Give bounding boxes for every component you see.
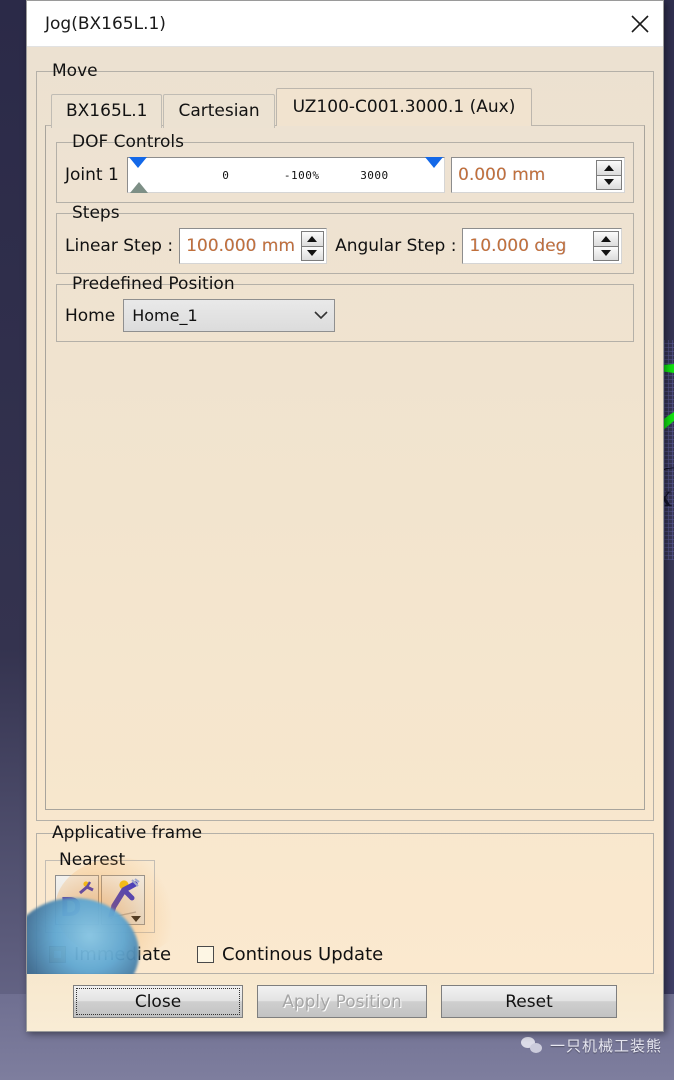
applicative-frame-legend: Applicative frame bbox=[47, 824, 208, 843]
slider-tick-min: 0 bbox=[222, 168, 230, 182]
move-group-legend: Move bbox=[47, 62, 103, 81]
jog-dialog: Jog(BX165L.1) Move BX165L.1 Cartesian UZ… bbox=[26, 0, 664, 1032]
slider-lower-limit-thumb[interactable] bbox=[128, 157, 147, 168]
nearest-legend: Nearest bbox=[54, 851, 131, 870]
apply-position-button[interactable]: Apply Position bbox=[257, 985, 427, 1018]
watermark: 一只机械工装熊 bbox=[520, 1035, 662, 1056]
home-selected-value: Home_1 bbox=[132, 306, 198, 325]
tab-uz100-aux[interactable]: UZ100-C001.3000.1 (Aux) bbox=[275, 88, 533, 126]
steps-legend: Steps bbox=[67, 204, 125, 223]
linear-step-down-button[interactable] bbox=[300, 246, 325, 261]
dialog-body: Move BX165L.1 Cartesian UZ100-C001.3000.… bbox=[27, 47, 663, 974]
joint-row: Joint 1 0 -100% 3000 0.000 mm bbox=[65, 157, 625, 193]
title-bar: Jog(BX165L.1) bbox=[27, 1, 663, 47]
angular-step-value: 10.000 deg bbox=[469, 236, 567, 256]
window-title: Jog(BX165L.1) bbox=[45, 13, 166, 34]
joint-value-spinner[interactable]: 0.000 mm bbox=[451, 157, 625, 193]
continuous-update-checkbox[interactable]: Continous Update bbox=[197, 944, 383, 965]
slider-value-thumb[interactable] bbox=[129, 182, 148, 193]
linear-step-up-button[interactable] bbox=[300, 231, 325, 247]
joint-slider[interactable]: 0 -100% 3000 bbox=[126, 157, 445, 193]
linear-step-spinner[interactable]: 100.000 mm bbox=[179, 228, 328, 264]
move-group: Move BX165L.1 Cartesian UZ100-C001.3000.… bbox=[36, 62, 654, 821]
home-row: Home Home_1 bbox=[65, 299, 625, 332]
continuous-update-label: Continous Update bbox=[222, 944, 384, 965]
desktop-left-strip bbox=[0, 0, 26, 1080]
apply-position-label: Apply Position bbox=[282, 991, 402, 1012]
close-button-label: Close bbox=[134, 991, 182, 1012]
steps-row: Linear Step : 100.000 mm Angular Step : … bbox=[65, 228, 625, 264]
joint-value-text: 0.000 mm bbox=[458, 165, 546, 185]
angular-step-down-button[interactable] bbox=[593, 246, 620, 261]
home-label: Home bbox=[65, 305, 116, 326]
tab-label: BX165L.1 bbox=[66, 101, 148, 121]
reset-button[interactable]: Reset bbox=[441, 985, 617, 1018]
close-button[interactable]: Close bbox=[73, 985, 243, 1018]
dof-controls-group: DOF Controls Joint 1 0 -100% 3000 0.000 … bbox=[56, 133, 634, 203]
joint-label: Joint 1 bbox=[65, 165, 119, 185]
steps-group: Steps Linear Step : 100.000 mm Angular S… bbox=[56, 204, 634, 274]
tab-panel-filler bbox=[56, 342, 634, 799]
angular-step-label: Angular Step : bbox=[335, 236, 457, 256]
angular-step-spinner[interactable]: 10.000 deg bbox=[462, 228, 623, 264]
wechat-icon bbox=[520, 1037, 543, 1054]
slider-upper-limit-thumb[interactable] bbox=[425, 157, 443, 168]
tab-label: UZ100-C001.3000.1 (Aux) bbox=[292, 97, 516, 117]
linear-step-spin-arrows bbox=[300, 231, 325, 261]
linear-step-label: Linear Step : bbox=[65, 236, 174, 256]
watermark-text: 一只机械工装熊 bbox=[549, 1037, 662, 1055]
joint-spin-up-button[interactable] bbox=[596, 160, 622, 176]
slider-tick-labels: 0 -100% 3000 bbox=[128, 158, 444, 192]
chevron-down-icon[interactable] bbox=[131, 916, 141, 922]
tab-label: Cartesian bbox=[178, 101, 260, 121]
slider-tick-max: 3000 bbox=[360, 168, 389, 182]
dialog-button-bar: Close Apply Position Reset bbox=[27, 974, 663, 1031]
close-icon[interactable] bbox=[617, 1, 663, 46]
linear-step-value: 100.000 mm bbox=[186, 236, 295, 256]
checkbox-box bbox=[197, 946, 215, 963]
joint-spin-arrows bbox=[596, 160, 622, 190]
joint-spin-down-button[interactable] bbox=[596, 175, 622, 190]
tab-bar: BX165L.1 Cartesian UZ100-C001.3000.1 (Au… bbox=[51, 88, 645, 128]
chevron-down-icon bbox=[312, 311, 330, 320]
angular-step-up-button[interactable] bbox=[593, 231, 620, 247]
tab-bx165l1[interactable]: BX165L.1 bbox=[51, 94, 163, 128]
angular-step-spin-arrows bbox=[593, 231, 620, 261]
predefined-position-legend: Predefined Position bbox=[67, 275, 240, 294]
slider-tick-mid: -100% bbox=[283, 168, 320, 182]
home-select[interactable]: Home_1 bbox=[123, 299, 336, 332]
tab-cartesian[interactable]: Cartesian bbox=[163, 94, 275, 128]
dof-controls-legend: DOF Controls bbox=[67, 133, 189, 152]
tab-panel: DOF Controls Joint 1 0 -100% 3000 0.000 … bbox=[45, 125, 645, 810]
predefined-position-group: Predefined Position Home Home_1 bbox=[56, 275, 634, 342]
reset-button-label: Reset bbox=[505, 991, 553, 1012]
